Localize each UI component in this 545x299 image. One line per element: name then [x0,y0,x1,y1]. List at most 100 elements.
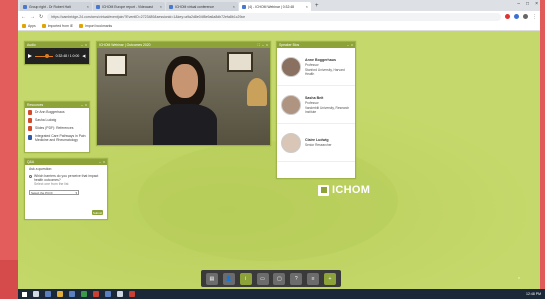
bookmark-item[interactable]: Imported from IE [41,24,73,28]
url-field[interactable]: https://cambridge-24.com/cms/virtual/eve… [47,12,501,21]
edge-icon[interactable] [69,291,75,297]
bookmarks-bar: Apps Imported from IE Import bookmarks [18,22,540,31]
browser-window: Group right - Dr Robert Halt × ICHOM Euro… [18,0,540,289]
speaker-role: Professor [305,62,319,67]
extension-icon[interactable] [505,14,510,19]
search-icon[interactable] [33,291,39,297]
volume-icon[interactable]: ◀) [82,54,86,58]
answer-select[interactable]: Select the PCOI ▾ [29,190,79,195]
start-icon[interactable] [22,291,27,297]
wall-frame [227,52,253,72]
bookmark-label: Import bookmarks [84,24,113,28]
audio-seek-bar[interactable] [35,54,53,58]
qa-question[interactable]: Which barriers do you perceive that impa… [29,174,103,186]
chrome-icon[interactable] [93,291,99,297]
help-icon[interactable]: + [324,272,336,285]
folder-icon [78,24,83,28]
menu-dots-icon[interactable]: ⋮ [532,14,537,20]
expand-panel-icon[interactable]: □ [103,160,105,164]
resources-panel: Resources – □ Dr Ann Boggerhaus Sasha Lud… [24,101,90,153]
favicon-icon [96,4,100,9]
expand-panel-icon[interactable]: □ [85,103,87,107]
minimize-panel-icon[interactable]: – [99,160,101,164]
folder-icon [41,24,46,28]
reload-icon[interactable]: ↻ [39,14,43,20]
taskview-icon[interactable] [45,291,51,297]
tab-bar: Group right - Dr Robert Halt × ICHOM Euro… [18,0,540,11]
speaker-bio[interactable]: Sasha Beit Professor Vanderbilt Universi… [277,86,355,124]
app-icon[interactable] [129,291,135,297]
resource-link[interactable]: Slides (PDF): References [25,124,89,132]
document-icon [28,135,32,140]
app-icon[interactable] [117,291,123,297]
close-tab-icon[interactable]: × [160,4,162,9]
apps-icon [22,24,26,28]
file-explorer-icon[interactable] [57,291,63,297]
radio-button[interactable] [29,174,32,178]
slides-icon[interactable]: ▤ [205,272,218,285]
bookmark-label: Apps [28,24,36,28]
polls-icon[interactable]: ≡ [307,272,320,285]
expand-panel-icon[interactable]: □ [266,43,268,47]
info-icon[interactable]: i [239,272,252,285]
avatar [281,94,301,115]
browser-tab-active[interactable]: (4) - ICHOM Webinar | 0:32:48 × [239,2,311,11]
profile-avatar-icon[interactable] [523,14,528,19]
audio-player: 0:32:48 / 1:0:00 ◀) [25,48,89,64]
new-tab-icon[interactable]: + [315,3,319,9]
red-side-strip-bottom [0,260,18,299]
video-stream[interactable] [97,48,270,145]
speaker-bios-panel: Speaker Bios – □ Anne Boggerhaus Professo… [276,41,356,179]
minimize-panel-icon[interactable]: – [81,103,83,107]
minimize-panel-icon[interactable]: – [81,43,83,47]
panel-title: ICHOM Webinar | Outcomes 2020 [99,43,151,47]
browser-tab[interactable]: ICHOM Europe report - Videocast × [93,2,165,11]
forward-icon[interactable]: → [30,14,35,20]
expand-panel-icon[interactable]: □ [351,43,353,47]
extension-icon[interactable] [514,14,519,19]
play-icon[interactable] [28,54,32,58]
tab-label: ICHOM virtual conference [175,4,215,9]
bookmark-item[interactable]: Apps [22,24,36,28]
qa-icon[interactable]: ? [290,272,303,285]
brand-mark-icon: ◐ [518,275,521,280]
resource-label: Sasha Ludwig [35,118,57,122]
share-icon[interactable]: ▭ [256,272,269,285]
outlook-icon[interactable] [105,291,111,297]
qa-panel: Q&A – □ Ask a question: Which barriers do… [24,158,108,220]
speaker-name: Anne Boggerhaus [305,57,336,62]
maximize-icon[interactable]: □ [526,1,529,7]
close-tab-icon[interactable]: × [87,4,89,9]
browser-tab[interactable]: ICHOM virtual conference × [166,2,238,11]
resource-link[interactable]: Integrated Care Pathways in Pain Medicin… [25,132,89,143]
back-icon[interactable]: ← [21,14,26,20]
close-window-icon[interactable]: × [535,1,538,7]
minimize-icon[interactable]: – [517,1,520,7]
resource-link[interactable]: Dr Ann Boggerhaus [25,108,89,116]
browser-tab[interactable]: Group right - Dr Robert Halt × [20,2,92,11]
pdf-icon [28,109,32,115]
fullscreen-icon[interactable]: ⛶ [258,43,260,47]
url-text: https://cambridge-24.com/cms/virtual/eve… [51,14,246,19]
audio-panel: Audio – □ 0:32:48 / 1:0:00 ◀) [24,41,90,65]
resource-link[interactable]: Sasha Ludwig [25,116,89,124]
avatar [281,132,301,153]
minimize-panel-icon[interactable]: – [347,43,349,47]
speaker-bio[interactable]: Anne Boggerhaus Professor Stanford Unive… [277,48,355,86]
people-icon[interactable]: 👤 [222,272,235,285]
bookmark-item[interactable]: Import bookmarks [78,24,113,28]
speaker-bio[interactable]: Claire Ludwig Senior Researcher [277,124,355,162]
speaker-name: Claire Ludwig [305,138,329,142]
chat-icon[interactable]: ▢ [273,272,286,285]
favicon-icon [23,4,27,9]
clock: 12:48 PM [526,292,541,296]
close-tab-icon[interactable]: × [306,4,308,9]
tab-label: Group right - Dr Robert Halt [29,4,71,9]
seek-knob[interactable] [45,54,49,58]
store-icon[interactable] [81,291,87,297]
close-tab-icon[interactable]: × [233,4,235,9]
expand-panel-icon[interactable]: □ [85,43,87,47]
submit-button[interactable]: Submit [92,210,103,215]
minimize-panel-icon[interactable]: – [262,43,264,47]
panel-title: Audio [27,43,36,47]
